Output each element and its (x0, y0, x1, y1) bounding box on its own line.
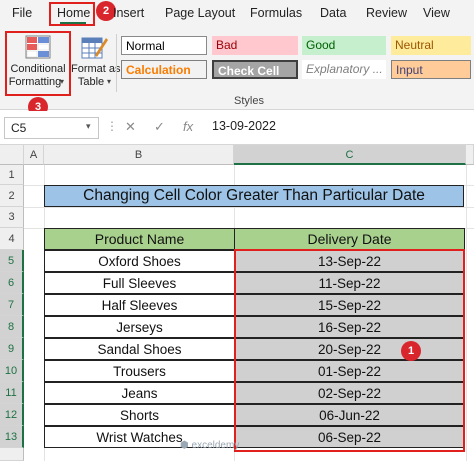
row-header-5[interactable]: 5 (0, 250, 24, 272)
formula-bar-divider-icon: ⋮ (106, 119, 118, 133)
column-header-a[interactable]: A (24, 145, 44, 165)
gridline (24, 207, 474, 208)
conditional-formatting-highlight (5, 31, 71, 96)
format-as-table-icon (81, 37, 108, 59)
cell-delivery-date[interactable]: 02-Sep-22 (234, 382, 465, 404)
cell-delivery-date[interactable]: 11-Sep-22 (234, 272, 465, 294)
cell-delivery-date[interactable]: 01-Sep-22 (234, 360, 465, 382)
style-calculation[interactable]: Calculation (121, 60, 207, 79)
cell-delivery-date[interactable]: 13-Sep-22 (234, 250, 465, 272)
watermark-icon: ⬢ (180, 440, 192, 451)
column-header-c[interactable]: C (234, 145, 466, 165)
row-header-1[interactable]: 1 (0, 165, 24, 185)
cell-delivery-date[interactable]: 15-Sep-22 (234, 294, 465, 316)
cancel-icon[interactable]: ✕ (125, 119, 136, 135)
row-header-9[interactable]: 9 (0, 338, 24, 360)
cell-delivery-date[interactable]: 06-Jun-22 (234, 404, 465, 426)
gridline (466, 165, 467, 461)
tab-review[interactable]: Review (366, 6, 407, 20)
tab-file[interactable]: File (12, 6, 32, 20)
home-tab-underline (60, 22, 86, 24)
cell-delivery-date[interactable]: 06-Sep-22 (234, 426, 465, 448)
enter-icon[interactable]: ✓ (154, 119, 165, 135)
cell-product[interactable]: Half Sleeves (44, 294, 235, 316)
row-header-10[interactable]: 10 (0, 360, 24, 382)
cell-delivery-date[interactable]: 20-Sep-22 (234, 338, 465, 360)
style-normal[interactable]: Normal (121, 36, 207, 55)
column-header-d[interactable] (466, 145, 474, 165)
row-header-8[interactable]: 8 (0, 316, 24, 338)
row-header-14[interactable] (0, 448, 24, 461)
cell-product[interactable]: Jeans (44, 382, 235, 404)
tab-insert[interactable]: Insert (113, 6, 144, 20)
column-header-b[interactable]: B (44, 145, 234, 165)
cell-product[interactable]: Oxford Shoes (44, 250, 235, 272)
formula-input[interactable]: 13-09-2022 (212, 119, 276, 133)
cell-delivery-date[interactable]: 16-Sep-22 (234, 316, 465, 338)
row-header-13[interactable]: 13 (0, 426, 24, 448)
style-good[interactable]: Good (302, 36, 386, 55)
tab-formulas[interactable]: Formulas (250, 6, 302, 20)
cell-product[interactable]: Sandal Shoes (44, 338, 235, 360)
cell-product[interactable]: Shorts (44, 404, 235, 426)
styles-group-label: Styles (234, 95, 264, 107)
style-neutral[interactable]: Neutral (391, 36, 471, 55)
row-header-11[interactable]: 11 (0, 382, 24, 404)
tab-view[interactable]: View (423, 6, 450, 20)
select-all-corner[interactable] (0, 145, 24, 165)
row-header-12[interactable]: 12 (0, 404, 24, 426)
style-bad[interactable]: Bad (212, 36, 298, 55)
row-header-7[interactable]: 7 (0, 294, 24, 316)
fx-icon[interactable]: fx (183, 119, 193, 134)
ribbon-separator (116, 34, 117, 92)
row-header-6[interactable]: 6 (0, 272, 24, 294)
watermark-text: exceldemy (191, 440, 240, 451)
style-check-cell[interactable]: Check Cell (212, 60, 298, 79)
style-input[interactable]: Input (391, 60, 471, 79)
cell-product[interactable]: Trousers (44, 360, 235, 382)
step-badge-range: 1 (401, 341, 421, 361)
header-product-name[interactable]: Product Name (44, 228, 235, 250)
tab-home[interactable]: Home (57, 6, 90, 20)
style-explanatory[interactable]: Explanatory ... (302, 60, 386, 79)
name-box-dropdown-icon[interactable]: ▾ (86, 121, 91, 132)
tab-page-layout[interactable]: Page Layout (165, 6, 235, 20)
row-header-4[interactable]: 4 (0, 228, 24, 250)
tab-data[interactable]: Data (320, 6, 346, 20)
format-as-table-label: Format as (71, 63, 121, 75)
watermark: ⬢ exceldemy (180, 440, 239, 451)
cell-product[interactable]: Jerseys (44, 316, 235, 338)
sheet-title-cell[interactable]: Changing Cell Color Greater Than Particu… (44, 185, 464, 207)
format-as-table-button[interactable]: Format as Table ▾ (71, 33, 121, 94)
row-header-3[interactable]: 3 (0, 207, 24, 228)
header-delivery-date[interactable]: Delivery Date (234, 228, 465, 250)
format-as-table-label-line2: Table (77, 76, 105, 88)
chevron-down-icon: ▾ (107, 77, 112, 86)
cell-product[interactable]: Full Sleeves (44, 272, 235, 294)
row-header-2[interactable]: 2 (0, 185, 24, 207)
name-box[interactable]: C5 (4, 117, 99, 139)
